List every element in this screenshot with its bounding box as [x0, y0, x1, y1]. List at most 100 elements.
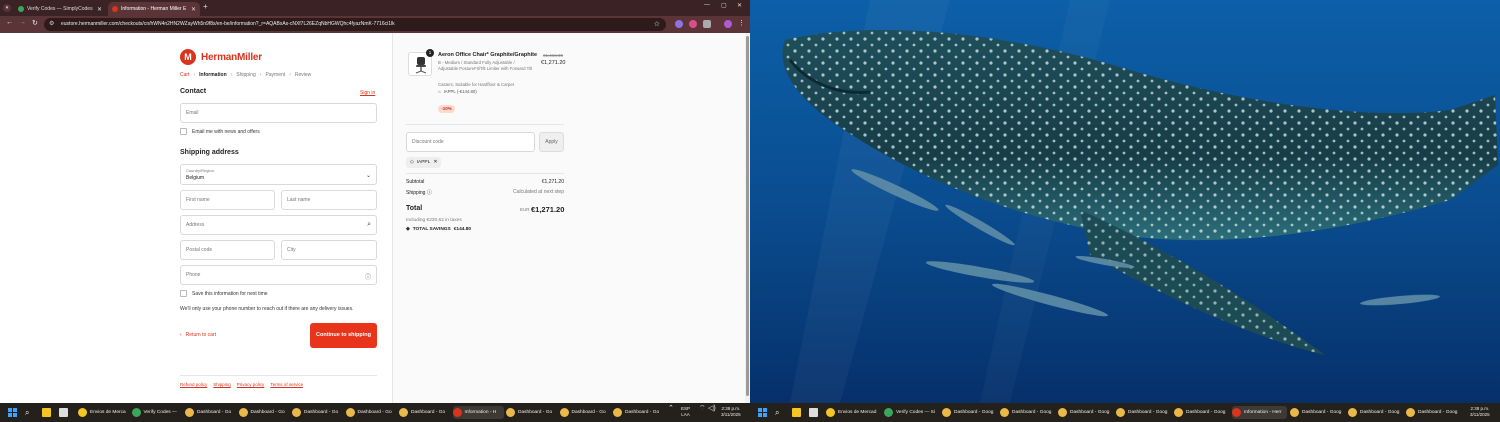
breadcrumb-payment: Payment — [265, 72, 286, 78]
save-info-checkbox-row[interactable]: Save this information for next time — [180, 290, 268, 297]
return-to-cart-link[interactable]: ‹ Return to cart — [180, 332, 216, 338]
taskbar-app-button[interactable]: Dashboard - Goog — [1116, 406, 1171, 419]
taskbar-app-button[interactable]: Dashboard - Go — [345, 406, 397, 419]
original-price: €1,416.00 — [543, 53, 564, 58]
chevron-left-icon: ‹ — [180, 332, 182, 338]
tab-verify-codes[interactable]: Verify Codes — SimplyCodes ✕ — [14, 2, 106, 16]
close-icon[interactable]: ✕ — [97, 6, 102, 13]
first-name-field[interactable]: First name — [180, 190, 275, 210]
reload-icon[interactable]: ↻ — [32, 19, 38, 27]
store-icon[interactable] — [59, 406, 68, 419]
search-icon[interactable]: ⌕ — [25, 406, 29, 419]
sign-in-link[interactable]: Sign in — [360, 90, 375, 96]
continue-to-shipping-button[interactable]: Continue to shipping — [310, 323, 377, 348]
taskbar-app-button[interactable]: Dashboard - Goog — [1000, 406, 1055, 419]
search-icon[interactable]: ⌕ — [775, 406, 779, 419]
taskbar-app-button[interactable]: Dashboard - Go — [238, 406, 290, 419]
taskbar-app-button[interactable]: Envios de Mercad — [826, 406, 881, 419]
taskbar-app-button[interactable]: Dashboard - Go — [559, 406, 611, 419]
help-circle-icon[interactable]: ⓘ — [427, 190, 432, 196]
app-icon — [1000, 408, 1009, 417]
clock[interactable]: 2:38 p.m. 3/11/2025 — [1470, 406, 1490, 418]
taskbar-app-button[interactable]: Dashboard - Go — [292, 406, 343, 419]
quantity-badge: 1 — [426, 49, 434, 57]
total-value: €1,271.20 — [531, 205, 565, 214]
store-icon[interactable] — [809, 406, 818, 419]
site-info-icon[interactable]: ⚙ — [49, 20, 54, 27]
apply-discount-button[interactable]: Apply — [539, 132, 564, 152]
tab-information[interactable]: Information - Herman Miller E ✕ — [108, 2, 200, 16]
scrollbar-thumb[interactable] — [746, 36, 749, 396]
help-circle-icon[interactable]: ⓘ — [365, 272, 371, 281]
extensions-puzzle-icon[interactable] — [703, 20, 711, 28]
country-select[interactable]: Country/Region Belgium ⌄ — [180, 164, 377, 185]
browser-menu-icon[interactable]: ⋮ — [738, 19, 745, 27]
newsletter-checkbox-row[interactable]: Email me with news and offers — [180, 128, 260, 135]
newsletter-checkbox[interactable] — [180, 128, 187, 135]
postal-code-field[interactable]: Postal code — [180, 240, 275, 260]
terms-of-service-link[interactable]: Terms of service — [270, 382, 303, 387]
language-indicator[interactable]: ESP LAA — [681, 406, 690, 418]
phone-field[interactable]: Phone ⓘ — [180, 265, 377, 285]
discount-code-input[interactable]: Discount code — [406, 132, 535, 152]
maximize-icon[interactable]: ▢ — [721, 2, 727, 9]
new-tab-plus-icon[interactable]: + — [203, 2, 208, 11]
taskbar-app-button[interactable]: Dashboard - Goog — [1174, 406, 1229, 419]
address-bar[interactable]: ⚙ eustore.hermanmiller.com/checkouts/cn/… — [44, 18, 666, 31]
taskbar-app-button[interactable]: Dashboard - Go — [613, 406, 664, 419]
taskbar-app-button[interactable]: Dashboard - Go — [506, 406, 557, 419]
taskbar-app-label: Dashboard - Go — [357, 410, 392, 415]
save-info-checkbox[interactable] — [180, 290, 187, 297]
start-windows-icon[interactable] — [8, 406, 17, 419]
extension-icon[interactable] — [675, 20, 683, 28]
taskbar-app-button[interactable]: Verify Codes — — [131, 406, 183, 419]
breadcrumb: Cart › Information › Shipping › Payment … — [180, 72, 311, 78]
bookmark-star-icon[interactable]: ☆ — [654, 20, 660, 28]
taskbar-app-button[interactable]: Dashboard - Goog — [1058, 406, 1113, 419]
privacy-policy-link[interactable]: Privacy policy — [237, 382, 265, 387]
tab-search-icon[interactable]: ▾ — [3, 4, 11, 12]
close-icon[interactable]: ✕ — [191, 6, 196, 13]
address-field[interactable]: Address ⌕ — [180, 215, 377, 235]
taskbar-app-button[interactable]: Dashboard - Goog — [942, 406, 997, 419]
taskbar-app-button[interactable]: Dashboard - Go — [185, 406, 236, 419]
taskbar-app-label: Dashboard - Go — [571, 410, 606, 415]
clock[interactable]: 2:38 p.m. 3/11/2025 — [721, 406, 741, 418]
taskbar-app-button[interactable]: Dashboard - Goog — [1348, 406, 1403, 419]
start-windows-icon[interactable] — [758, 406, 767, 419]
file-explorer-icon[interactable] — [792, 406, 801, 419]
refund-policy-link[interactable]: Refund policy — [180, 382, 207, 387]
app-icon — [1406, 408, 1415, 417]
extension-icon[interactable] — [689, 20, 697, 28]
file-explorer-icon[interactable] — [42, 406, 51, 419]
last-name-field[interactable]: Last name — [281, 190, 377, 210]
taskbar-app-label: Information - H — [464, 410, 497, 415]
shipping-policy-link[interactable]: Shipping — [213, 382, 231, 387]
tab-title: Verify Codes — SimplyCodes — [27, 6, 93, 12]
remove-code-close-icon[interactable]: ✕ — [433, 160, 437, 165]
taskbar-app-label: Dashboard - Go — [518, 410, 553, 415]
brand-logo[interactable]: M HermanMiller — [180, 49, 262, 65]
taskbar-app-button[interactable]: Dashboard - Go — [399, 406, 450, 419]
country-value: Belgium — [186, 175, 205, 181]
profile-avatar[interactable] — [724, 20, 732, 28]
back-arrow-icon[interactable]: ← — [6, 19, 13, 26]
minimize-icon[interactable]: — — [704, 2, 710, 8]
forward-arrow-icon[interactable]: → — [19, 19, 26, 26]
taskbar-app-label: Verify Codes — Si — [896, 410, 935, 415]
city-field[interactable]: City — [281, 240, 377, 260]
taskbar-app-button[interactable]: Dashboard - Goog — [1290, 406, 1345, 419]
taskbar-app-button[interactable]: Dashboard - Goog — [1406, 406, 1461, 419]
taskbar-app-button[interactable]: Verify Codes — Si — [884, 406, 939, 419]
volume-icon[interactable]: ◁) — [708, 405, 716, 412]
taskbar-app-button[interactable]: Information - H — [452, 406, 504, 419]
email-field[interactable]: Email — [180, 103, 377, 123]
taskbar-app-label: Dashboard - Goog — [1186, 410, 1226, 415]
taskbar-app-button[interactable]: Envios de Merca — [78, 406, 129, 419]
close-window-icon[interactable]: ✕ — [737, 2, 742, 9]
wifi-icon[interactable]: ⌔ — [699, 405, 706, 412]
breadcrumb-cart[interactable]: Cart — [180, 72, 189, 78]
taskbar-app-label: Envios de Mercad — [838, 410, 877, 415]
chevron-up-icon[interactable]: ⌃ — [668, 405, 674, 412]
taskbar-app-button[interactable]: Information - Herr — [1232, 406, 1287, 419]
